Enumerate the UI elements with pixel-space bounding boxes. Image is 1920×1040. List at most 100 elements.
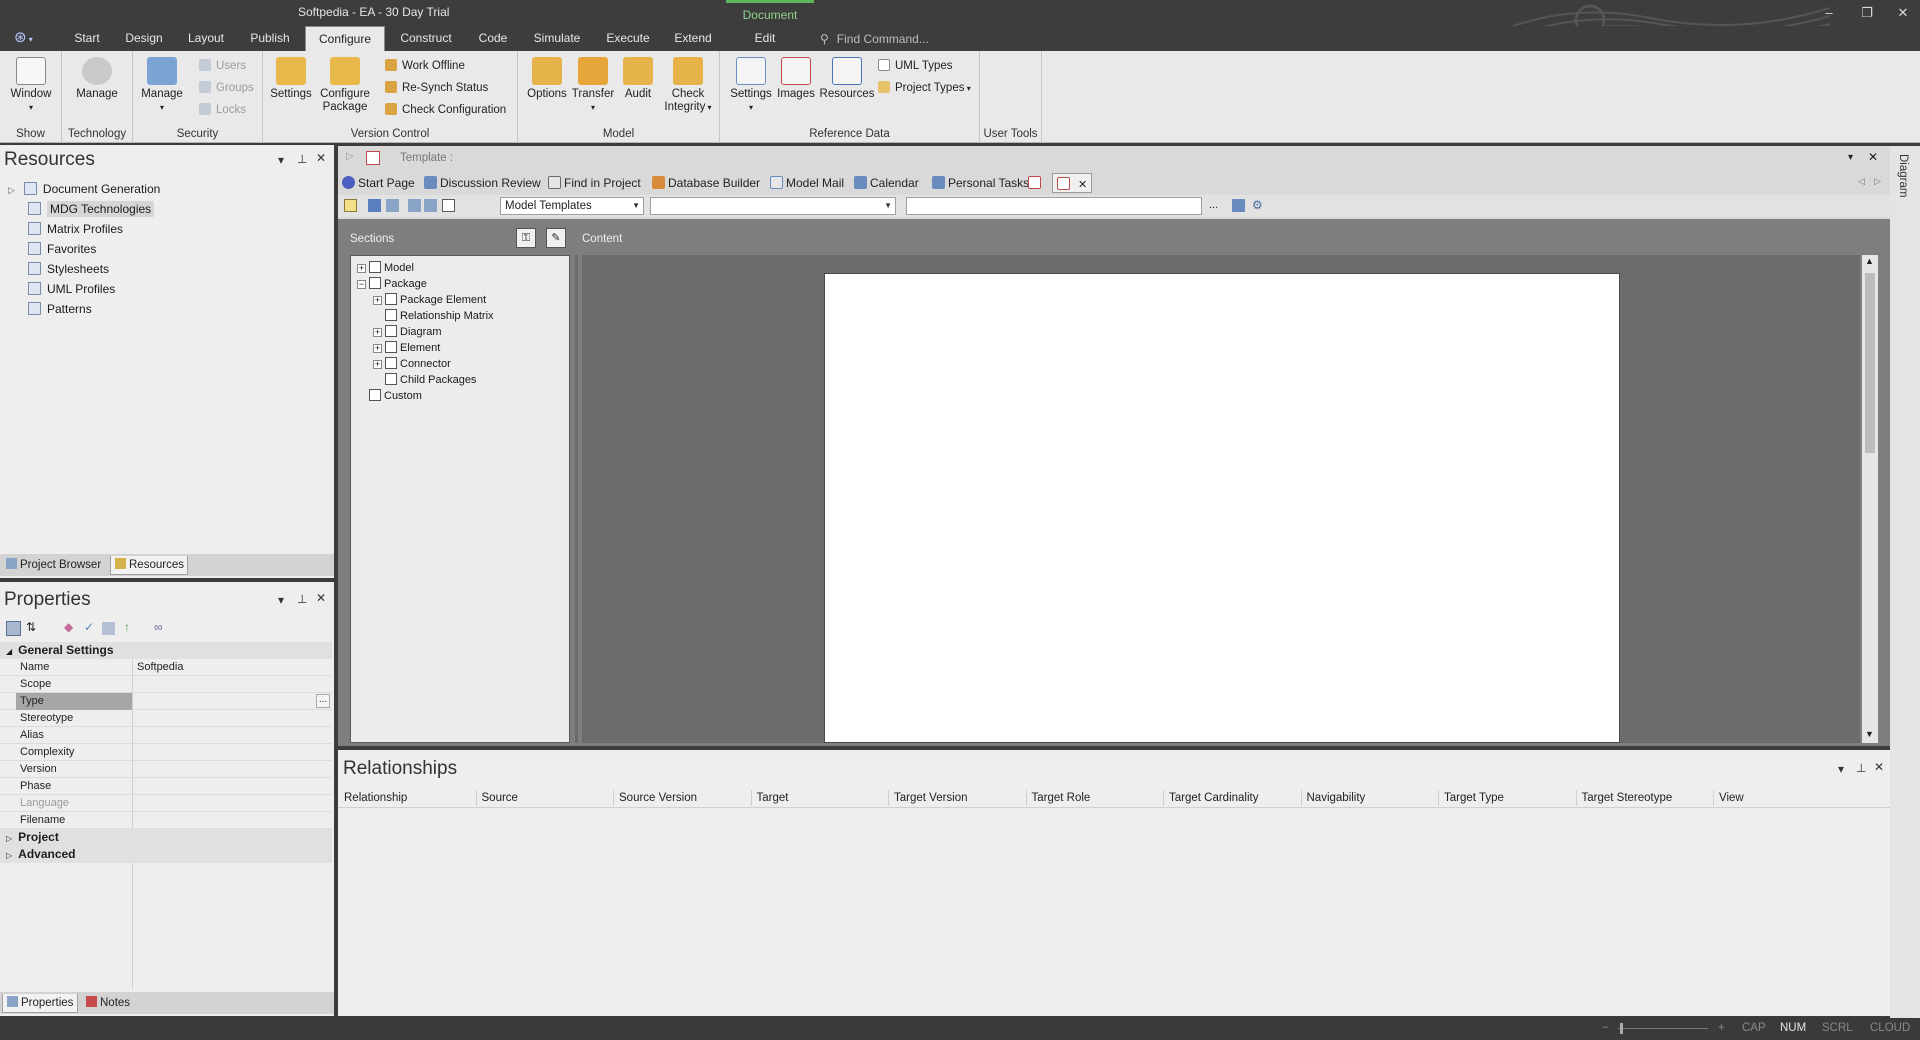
column-header[interactable]: Target Stereotype xyxy=(1582,788,1712,808)
audit-button[interactable]: Audit xyxy=(618,57,658,101)
doctab-calendar[interactable]: Calendar xyxy=(854,173,919,193)
tab-execute[interactable]: Execute xyxy=(604,26,652,51)
section-tree-item[interactable]: + Connector xyxy=(373,356,451,372)
glasses-icon[interactable]: ∞ xyxy=(154,620,163,634)
sort-alpha-icon[interactable]: ⇅ xyxy=(26,620,36,634)
column-divider[interactable] xyxy=(1025,790,1027,806)
tree-item-uml-profiles[interactable]: UML Profiles xyxy=(28,280,115,298)
maximize-button[interactable]: ❐ xyxy=(1856,4,1878,22)
section-project[interactable]: ▷ Project xyxy=(0,829,332,846)
work-offline-button[interactable]: Work Offline xyxy=(385,57,465,75)
column-header[interactable]: Source xyxy=(482,788,612,808)
pin-icon[interactable]: ⊥ xyxy=(297,592,307,606)
check-configuration-button[interactable]: Check Configuration xyxy=(385,101,506,119)
tree-toggle-icon[interactable]: − xyxy=(357,280,366,289)
column-divider[interactable] xyxy=(888,790,889,806)
app-menu-button[interactable]: ⊛ ▾ xyxy=(14,28,48,48)
pin-icon[interactable]: ⊥ xyxy=(1856,761,1866,775)
tab-start[interactable]: Start xyxy=(70,26,104,51)
column-divider[interactable] xyxy=(475,790,477,806)
tab-simulate[interactable]: Simulate xyxy=(532,26,582,51)
doctab-document-generation[interactable] xyxy=(1028,173,1046,193)
tab-layout[interactable]: Layout xyxy=(186,26,226,51)
tab-design[interactable]: Design xyxy=(124,26,164,51)
doctab-database-builder[interactable]: Database Builder xyxy=(652,173,760,193)
prop-row-alias[interactable]: Alias xyxy=(0,727,332,744)
window-button[interactable]: Window ▾ xyxy=(8,57,54,114)
column-divider[interactable] xyxy=(613,790,614,806)
section-checkbox[interactable] xyxy=(385,357,397,369)
secondary-combo[interactable]: ▼ xyxy=(650,197,896,215)
prop-row-complexity[interactable]: Complexity xyxy=(0,744,332,761)
column-divider[interactable] xyxy=(1163,790,1164,806)
column-header[interactable]: Source Version xyxy=(619,788,749,808)
doctab-find-in-project[interactable]: Find in Project xyxy=(548,173,641,193)
tree-item-document-generation[interactable]: ▷ Document Generation xyxy=(8,180,160,198)
prop-row-version[interactable]: Version xyxy=(0,761,332,778)
configure-package-button[interactable]: Configure Package xyxy=(317,57,373,114)
expand-arrow-icon[interactable]: ▷ xyxy=(8,185,15,195)
prop-row-name[interactable]: Name Softpedia xyxy=(0,659,332,676)
tree-toggle-icon[interactable]: + xyxy=(373,296,382,305)
diamond-icon[interactable]: ◆ xyxy=(64,620,73,634)
users-button[interactable]: Users xyxy=(199,57,246,75)
column-header[interactable]: Target Cardinality xyxy=(1169,788,1299,808)
tab-resources[interactable]: Resources xyxy=(110,556,188,575)
scroll-up-icon[interactable]: ▲ xyxy=(1865,256,1874,266)
categorized-icon[interactable] xyxy=(6,621,21,636)
locks-button[interactable]: Locks xyxy=(199,101,246,119)
column-header[interactable]: View xyxy=(1719,788,1849,808)
section-tree-item[interactable]: + Model xyxy=(357,260,414,276)
tree-item-matrix-profiles[interactable]: Matrix Profiles xyxy=(28,220,123,238)
doctab-discussion-review[interactable]: Discussion Review xyxy=(424,173,541,193)
panel-close-icon[interactable]: ✕ xyxy=(316,151,326,165)
section-tree-item[interactable]: + Diagram xyxy=(373,324,442,340)
collapse-arrow-icon[interactable]: ◢ xyxy=(6,647,12,656)
section-checkbox[interactable] xyxy=(385,309,397,321)
section-checkbox[interactable] xyxy=(385,325,397,337)
tab-extend[interactable]: Extend xyxy=(672,26,714,51)
prop-row-type[interactable]: Type... xyxy=(0,693,332,710)
column-divider[interactable] xyxy=(1575,790,1577,806)
zoom-slider-thumb[interactable] xyxy=(1620,1023,1623,1034)
tab-code[interactable]: Code xyxy=(476,26,510,51)
zoom-out-button[interactable]: − xyxy=(1602,1022,1609,1034)
panel-close-icon[interactable]: ✕ xyxy=(316,591,326,605)
column-header[interactable]: Target Role xyxy=(1032,788,1162,808)
nav-arrow-icon[interactable]: ▷ xyxy=(346,151,354,162)
tree-item-patterns[interactable]: Patterns xyxy=(28,300,92,318)
page-icon[interactable] xyxy=(442,199,455,212)
column-divider[interactable] xyxy=(1438,790,1439,806)
pin-icon[interactable]: ⊥ xyxy=(297,152,307,166)
tree-item-mdg-technologies[interactable]: MDG Technologies xyxy=(28,200,155,218)
tree-toggle-icon[interactable]: + xyxy=(373,328,382,337)
groups-button[interactable]: Groups xyxy=(199,79,254,97)
column-header[interactable]: Target Type xyxy=(1444,788,1574,808)
tab-publish[interactable]: Publish xyxy=(248,26,292,51)
column-divider[interactable] xyxy=(750,790,752,806)
section-checkbox[interactable] xyxy=(385,373,397,385)
column-divider[interactable] xyxy=(1713,790,1714,806)
grid-edit-icon[interactable] xyxy=(102,622,115,635)
section-tree-item[interactable]: + Package Element xyxy=(373,292,486,308)
doctab-model-mail[interactable]: Model Mail xyxy=(770,173,844,193)
panel-close-icon[interactable]: ✕ xyxy=(1874,760,1884,774)
section-tree-item[interactable]: − Package xyxy=(357,276,427,292)
close-tab-icon[interactable]: ✕ xyxy=(1078,179,1087,191)
vc-settings-button[interactable]: Settings xyxy=(267,57,315,101)
scroll-thumb[interactable] xyxy=(1865,273,1875,453)
close-window-button[interactable]: ✕ xyxy=(1892,4,1914,22)
compare-icon[interactable] xyxy=(424,199,437,212)
doctab-start-page[interactable]: Start Page xyxy=(342,173,415,193)
tab-scroll-right-icon[interactable]: ▷ xyxy=(1874,176,1881,187)
tree-toggle-icon[interactable]: + xyxy=(373,360,382,369)
ellipsis-button[interactable]: ... xyxy=(316,694,330,708)
column-header[interactable]: Target xyxy=(757,788,887,808)
save-icon[interactable] xyxy=(368,199,381,212)
tab-project-browser[interactable]: Project Browser xyxy=(2,556,108,575)
section-tree-item[interactable]: Child Packages xyxy=(373,372,476,388)
document-page[interactable] xyxy=(824,273,1620,743)
section-checkbox[interactable] xyxy=(385,293,397,305)
tab-edit[interactable]: Edit xyxy=(750,26,780,51)
edit-section-icon[interactable]: ✎ xyxy=(546,228,566,248)
